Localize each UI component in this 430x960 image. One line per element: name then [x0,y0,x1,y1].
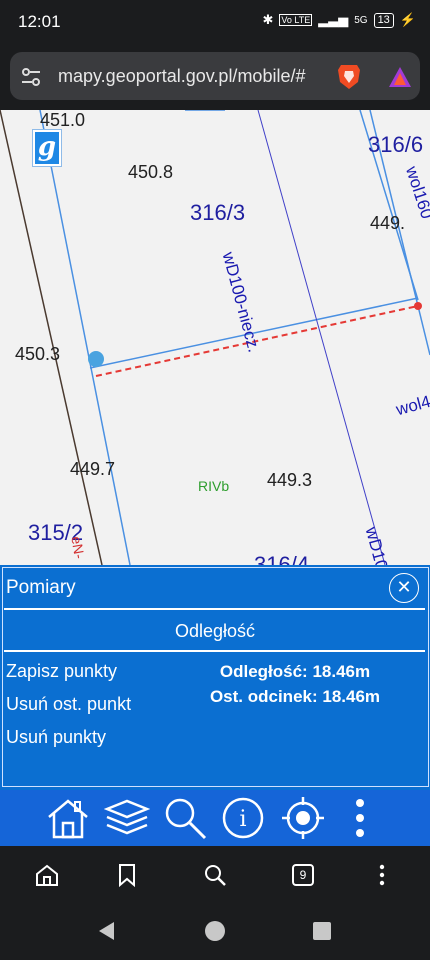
map-toolbar: i [0,790,430,846]
bookmark-icon[interactable] [114,862,140,888]
volte-icon: Vo LTE [279,14,313,26]
svg-text:i: i [239,807,246,832]
recents-icon[interactable] [313,922,331,940]
panel-title: Pomiary [6,577,76,598]
remove-last-point-button[interactable]: Usuń ost. punkt [6,694,131,715]
address-bar[interactable]: mapy.geoportal.gov.pl/mobile/# [10,52,420,100]
locate-icon[interactable] [280,795,326,841]
elevation-label: 449.3 [267,470,313,490]
elevation-label: 451.0 [40,110,86,130]
info-icon[interactable]: i [220,795,266,841]
parcel-label: 316/4 [254,552,310,565]
elevation-label: 450.3 [15,344,61,364]
browser-menu-icon[interactable] [369,862,395,888]
elevation-label: 449. [370,213,406,233]
url-text[interactable]: mapy.geoportal.gov.pl/mobile/# [58,66,320,87]
geoportal-logo[interactable]: g [33,130,61,166]
browser-search-icon[interactable] [202,862,228,888]
search-icon[interactable] [162,795,208,841]
distance-readout: Odległość: 18.46m [219,662,371,681]
divider [4,650,425,652]
bluetooth-icon: ✱ [262,12,274,27]
system-navigation [0,902,430,960]
close-icon: ✕ [396,577,412,597]
elevation-label: 449.7 [70,459,116,479]
measure-mode-title[interactable]: Odległość [0,621,430,642]
map-view[interactable]: g 451.0 450.8 449. 450.3 449.7 449.3 316… [0,110,430,565]
parcel-label: 316/6 [368,132,424,157]
browser-home-icon[interactable] [34,862,60,888]
brave-shields-icon[interactable] [336,62,362,90]
network-type: 5G [354,14,368,26]
brave-rewards-icon[interactable] [388,66,412,88]
save-points-button[interactable]: Zapisz punkty [6,661,117,682]
measure-start-point[interactable] [88,351,104,367]
signal-icon: ▂▃▅ [318,12,349,27]
last-segment-readout: Ost. odcinek: 18.46m [209,687,381,706]
soil-class-label: RIVb [198,478,230,494]
home-icon[interactable] [45,795,91,841]
site-settings-icon[interactable] [20,66,42,88]
measurement-panel: Pomiary ✕ Odległość Zapisz punkty Usuń o… [0,565,430,790]
layers-icon[interactable] [104,795,150,841]
measure-end-point[interactable] [414,302,422,310]
elevation-label: 450.8 [128,162,174,182]
system-home-icon[interactable] [204,920,226,942]
browser-bottom-bar: 9 [0,846,430,902]
map-lines [0,110,430,565]
battery-icon: 13 [373,12,394,28]
divider [4,608,425,610]
remove-points-button[interactable]: Usuń punkty [6,727,106,748]
system-icons: ✱ Vo LTE ▂▃▅ 5G 13 ⚡ [262,12,416,28]
clock: 12:01 [18,12,61,31]
more-menu-icon[interactable] [337,795,383,841]
back-icon[interactable] [96,920,118,942]
status-bar: 12:01 ✱ Vo LTE ▂▃▅ 5G 13 ⚡ [0,0,430,44]
tab-switcher-button[interactable]: 9 [292,864,314,886]
parcel-label: 316/3 [190,200,246,225]
charging-icon: ⚡ [399,12,416,27]
close-button[interactable]: ✕ [389,573,419,603]
